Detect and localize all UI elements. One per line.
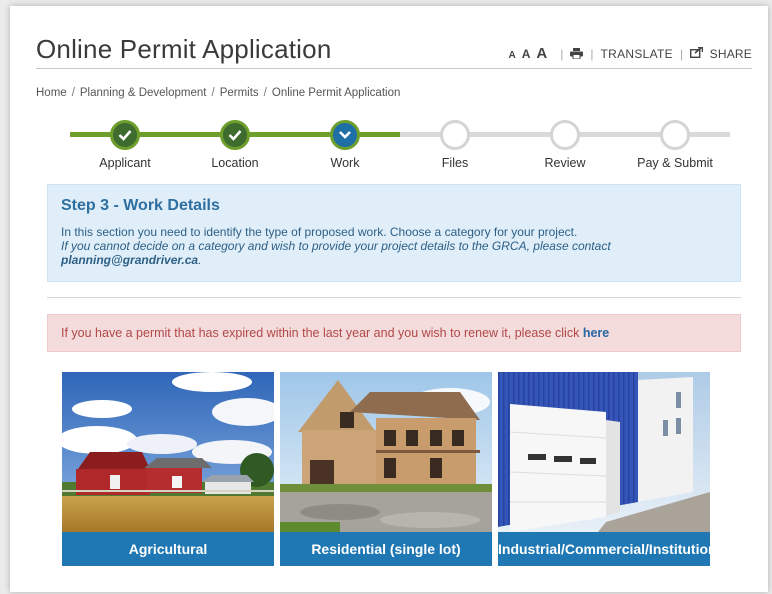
tools-divider: | <box>560 47 564 61</box>
contact-email-line: planning@grandriver.ca. <box>61 253 727 267</box>
industrial-building-image <box>498 372 710 532</box>
step-review-label: Review <box>544 156 586 170</box>
breadcrumb-permits[interactable]: Permits <box>220 87 259 99</box>
category-agricultural-label: Agricultural <box>62 532 274 566</box>
step-pay-submit-label: Pay & Submit <box>637 156 713 170</box>
check-icon <box>228 130 242 141</box>
breadcrumb-separator: / <box>263 87 267 99</box>
step-work-circle[interactable] <box>330 120 360 150</box>
tools-divider: | <box>679 47 684 61</box>
step-files-circle <box>440 120 470 150</box>
breadcrumb-current: Online Permit Application <box>271 87 401 99</box>
section-divider <box>47 297 741 298</box>
breadcrumb-separator: / <box>71 87 75 99</box>
category-industrial-card[interactable]: Industrial/Commercial/Institutional <box>498 372 710 566</box>
text-size-large-button[interactable]: A <box>536 45 547 62</box>
step-files-label: Files <box>441 156 469 170</box>
share-button[interactable]: SHARE <box>690 46 752 61</box>
breadcrumb: Home / Planning & Development / Permits … <box>36 87 400 99</box>
page-container: Online Permit Application A A A | | TRAN… <box>10 6 768 592</box>
share-label: SHARE <box>709 47 752 61</box>
chevron-down-icon <box>339 131 351 139</box>
tools-divider: | <box>590 47 594 61</box>
step-heading: Step 3 - Work Details <box>61 197 220 214</box>
text-size-small-button[interactable]: A <box>508 50 515 61</box>
contact-email-link[interactable]: planning@grandriver.ca <box>61 253 198 267</box>
category-industrial-label: Industrial/Commercial/Institutional <box>498 532 710 566</box>
print-icon[interactable] <box>570 48 584 60</box>
share-icon <box>690 46 704 58</box>
renewal-alert: If you have a permit that has expired wi… <box>47 314 741 352</box>
step-work-label[interactable]: Work <box>290 156 400 170</box>
step-info-panel: Step 3 - Work Details In this section yo… <box>47 184 741 282</box>
breadcrumb-separator: / <box>211 87 215 99</box>
step-location-circle[interactable] <box>220 120 250 150</box>
house-construction-image <box>280 372 492 532</box>
farm-barn-image <box>62 372 274 532</box>
translate-button[interactable]: TRANSLATE <box>600 47 673 61</box>
contact-email-suffix: . <box>198 253 202 267</box>
category-residential-label: Residential (single lot) <box>280 532 492 566</box>
contact-note: If you cannot decide on a category and w… <box>61 239 611 253</box>
title-divider <box>36 68 752 69</box>
step-review-circle <box>550 120 580 150</box>
step-pay-submit-circle <box>660 120 690 150</box>
step-location-label[interactable]: Location <box>180 156 290 170</box>
renewal-alert-text: If you have a permit that has expired wi… <box>61 326 580 340</box>
breadcrumb-planning[interactable]: Planning & Development <box>80 87 207 99</box>
page-title: Online Permit Application <box>36 34 332 64</box>
text-size-medium-button[interactable]: A <box>522 47 531 61</box>
step-description: In this section you need to identify the… <box>61 225 578 239</box>
step-applicant-label[interactable]: Applicant <box>70 156 180 170</box>
step-applicant-circle[interactable] <box>110 120 140 150</box>
category-agricultural-card[interactable]: Agricultural <box>62 372 274 566</box>
breadcrumb-home[interactable]: Home <box>36 87 67 99</box>
category-residential-card[interactable]: Residential (single lot) <box>280 372 492 566</box>
page-tools: A A A | | TRANSLATE | SHARE <box>508 45 752 62</box>
progress-steps: Applicant Location Work Files Review Pay… <box>10 112 768 172</box>
renewal-link[interactable]: here <box>583 326 609 340</box>
check-icon <box>118 130 132 141</box>
